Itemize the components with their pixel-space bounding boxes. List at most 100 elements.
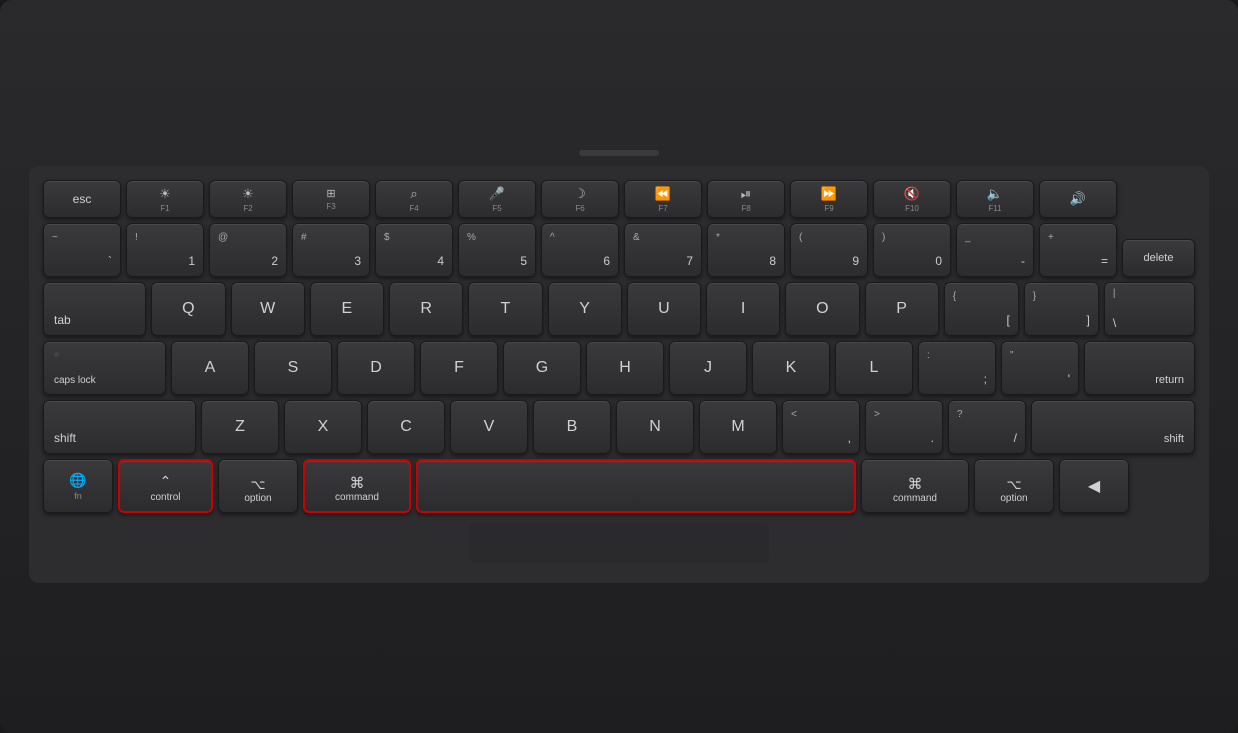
key-space[interactable] bbox=[416, 459, 856, 513]
key-d[interactable]: D bbox=[337, 341, 415, 395]
key-shift-left[interactable]: shift bbox=[43, 400, 196, 454]
key-semicolon[interactable]: : ; bbox=[918, 341, 996, 395]
bracket-right-top: } bbox=[1033, 292, 1036, 302]
key-b[interactable]: B bbox=[533, 400, 611, 454]
key-option-right[interactable]: ⌥ option bbox=[974, 459, 1054, 513]
key-j[interactable]: J bbox=[669, 341, 747, 395]
key-comma[interactable]: < , bbox=[782, 400, 860, 454]
key-f6[interactable]: ☽ F6 bbox=[541, 180, 619, 218]
f9-label: F9 bbox=[824, 204, 833, 213]
key-n[interactable]: N bbox=[616, 400, 694, 454]
key-control[interactable]: ⌃ control bbox=[118, 459, 213, 513]
key-tab[interactable]: tab bbox=[43, 282, 146, 336]
key-7[interactable]: & 7 bbox=[624, 223, 702, 277]
key-6[interactable]: ^ 6 bbox=[541, 223, 619, 277]
key-f4[interactable]: ⌕ F4 bbox=[375, 180, 453, 218]
key-o[interactable]: O bbox=[785, 282, 859, 336]
key-backslash[interactable]: | \ bbox=[1104, 282, 1195, 336]
key-t[interactable]: T bbox=[468, 282, 542, 336]
key-1[interactable]: ! 1 bbox=[126, 223, 204, 277]
semicolon-top: : bbox=[927, 351, 930, 361]
key-f7[interactable]: ⏪ F7 bbox=[624, 180, 702, 218]
key-u[interactable]: U bbox=[627, 282, 701, 336]
key-4[interactable]: $ 4 bbox=[375, 223, 453, 277]
key-bracket-left[interactable]: { [ bbox=[944, 282, 1019, 336]
key7-top: & bbox=[633, 233, 640, 243]
key-capslock[interactable]: caps lock bbox=[43, 341, 166, 395]
key-shift-right[interactable]: shift bbox=[1031, 400, 1195, 454]
key-option-left[interactable]: ⌥ option bbox=[218, 459, 298, 513]
a-label: A bbox=[205, 359, 216, 377]
key6-top: ^ bbox=[550, 233, 555, 243]
f7-icon: ⏪ bbox=[655, 186, 671, 202]
key-backtick[interactable]: ~ ` bbox=[43, 223, 121, 277]
key-equal[interactable]: + = bbox=[1039, 223, 1117, 277]
key-w[interactable]: W bbox=[231, 282, 305, 336]
key-f12[interactable]: 🔊 bbox=[1039, 180, 1117, 218]
f11-icon: 🔈 bbox=[987, 186, 1003, 202]
e-label: E bbox=[342, 300, 353, 318]
key1-bot: 1 bbox=[188, 255, 195, 267]
key-quote[interactable]: " ' bbox=[1001, 341, 1079, 395]
key-x[interactable]: X bbox=[284, 400, 362, 454]
backslash-top: | bbox=[1113, 288, 1116, 299]
key-s[interactable]: S bbox=[254, 341, 332, 395]
key-v[interactable]: V bbox=[450, 400, 528, 454]
key-esc[interactable]: esc bbox=[43, 180, 121, 218]
key-f9[interactable]: ⏩ F9 bbox=[790, 180, 868, 218]
key-f8[interactable]: ⏯ F8 bbox=[707, 180, 785, 218]
qwerty-row: tab Q W E R T Y U I bbox=[43, 282, 1195, 336]
key-r[interactable]: R bbox=[389, 282, 463, 336]
key-command-left[interactable]: ⌘ command bbox=[303, 459, 411, 513]
key-i[interactable]: I bbox=[706, 282, 780, 336]
key-f10[interactable]: 🔇 F10 bbox=[873, 180, 951, 218]
key-period[interactable]: > . bbox=[865, 400, 943, 454]
f1-icon: ☀ bbox=[159, 186, 171, 202]
key8-bot: 8 bbox=[769, 255, 776, 267]
key-9[interactable]: ( 9 bbox=[790, 223, 868, 277]
key-p[interactable]: P bbox=[865, 282, 939, 336]
laptop-body: esc ☀ F1 ☀ F2 ⊞ F3 ⌕ F4 🎤 F5 bbox=[0, 0, 1238, 733]
key-e[interactable]: E bbox=[310, 282, 384, 336]
key-h[interactable]: H bbox=[586, 341, 664, 395]
key-g[interactable]: G bbox=[503, 341, 581, 395]
key-bracket-right[interactable]: } ] bbox=[1024, 282, 1099, 336]
key-0[interactable]: ) 0 bbox=[873, 223, 951, 277]
key-5[interactable]: % 5 bbox=[458, 223, 536, 277]
comma-top: < bbox=[791, 410, 797, 420]
caps-indicator bbox=[54, 352, 59, 357]
key-command-right[interactable]: ⌘ command bbox=[861, 459, 969, 513]
key-z[interactable]: Z bbox=[201, 400, 279, 454]
key-f2[interactable]: ☀ F2 bbox=[209, 180, 287, 218]
key-delete[interactable]: delete bbox=[1122, 239, 1195, 277]
key-8[interactable]: * 8 bbox=[707, 223, 785, 277]
key-a[interactable]: A bbox=[171, 341, 249, 395]
key-l[interactable]: L bbox=[835, 341, 913, 395]
key-f11[interactable]: 🔈 F11 bbox=[956, 180, 1034, 218]
key-y[interactable]: Y bbox=[548, 282, 622, 336]
key-f3[interactable]: ⊞ F3 bbox=[292, 180, 370, 218]
bracket-left-bot: [ bbox=[1006, 314, 1009, 326]
key-k[interactable]: K bbox=[752, 341, 830, 395]
o-label: O bbox=[816, 300, 828, 318]
key-minus[interactable]: _ - bbox=[956, 223, 1034, 277]
key-3[interactable]: # 3 bbox=[292, 223, 370, 277]
f10-label: F10 bbox=[905, 204, 919, 213]
key-m[interactable]: M bbox=[699, 400, 777, 454]
caps-label: caps lock bbox=[54, 375, 96, 386]
key-f[interactable]: F bbox=[420, 341, 498, 395]
f5-label: F5 bbox=[492, 204, 501, 213]
f8-icon: ⏯ bbox=[741, 186, 751, 202]
g-label: G bbox=[536, 359, 548, 377]
key-2[interactable]: @ 2 bbox=[209, 223, 287, 277]
key-fn-globe[interactable]: 🌐 fn bbox=[43, 459, 113, 513]
touchpad[interactable] bbox=[469, 523, 769, 563]
key-c[interactable]: C bbox=[367, 400, 445, 454]
key-f5[interactable]: 🎤 F5 bbox=[458, 180, 536, 218]
key-arrow-left[interactable]: ◀ bbox=[1059, 459, 1129, 513]
key-return[interactable]: return bbox=[1084, 341, 1195, 395]
key-q[interactable]: Q bbox=[151, 282, 225, 336]
key-slash[interactable]: ? / bbox=[948, 400, 1026, 454]
f-label: F bbox=[454, 359, 464, 377]
key-f1[interactable]: ☀ F1 bbox=[126, 180, 204, 218]
